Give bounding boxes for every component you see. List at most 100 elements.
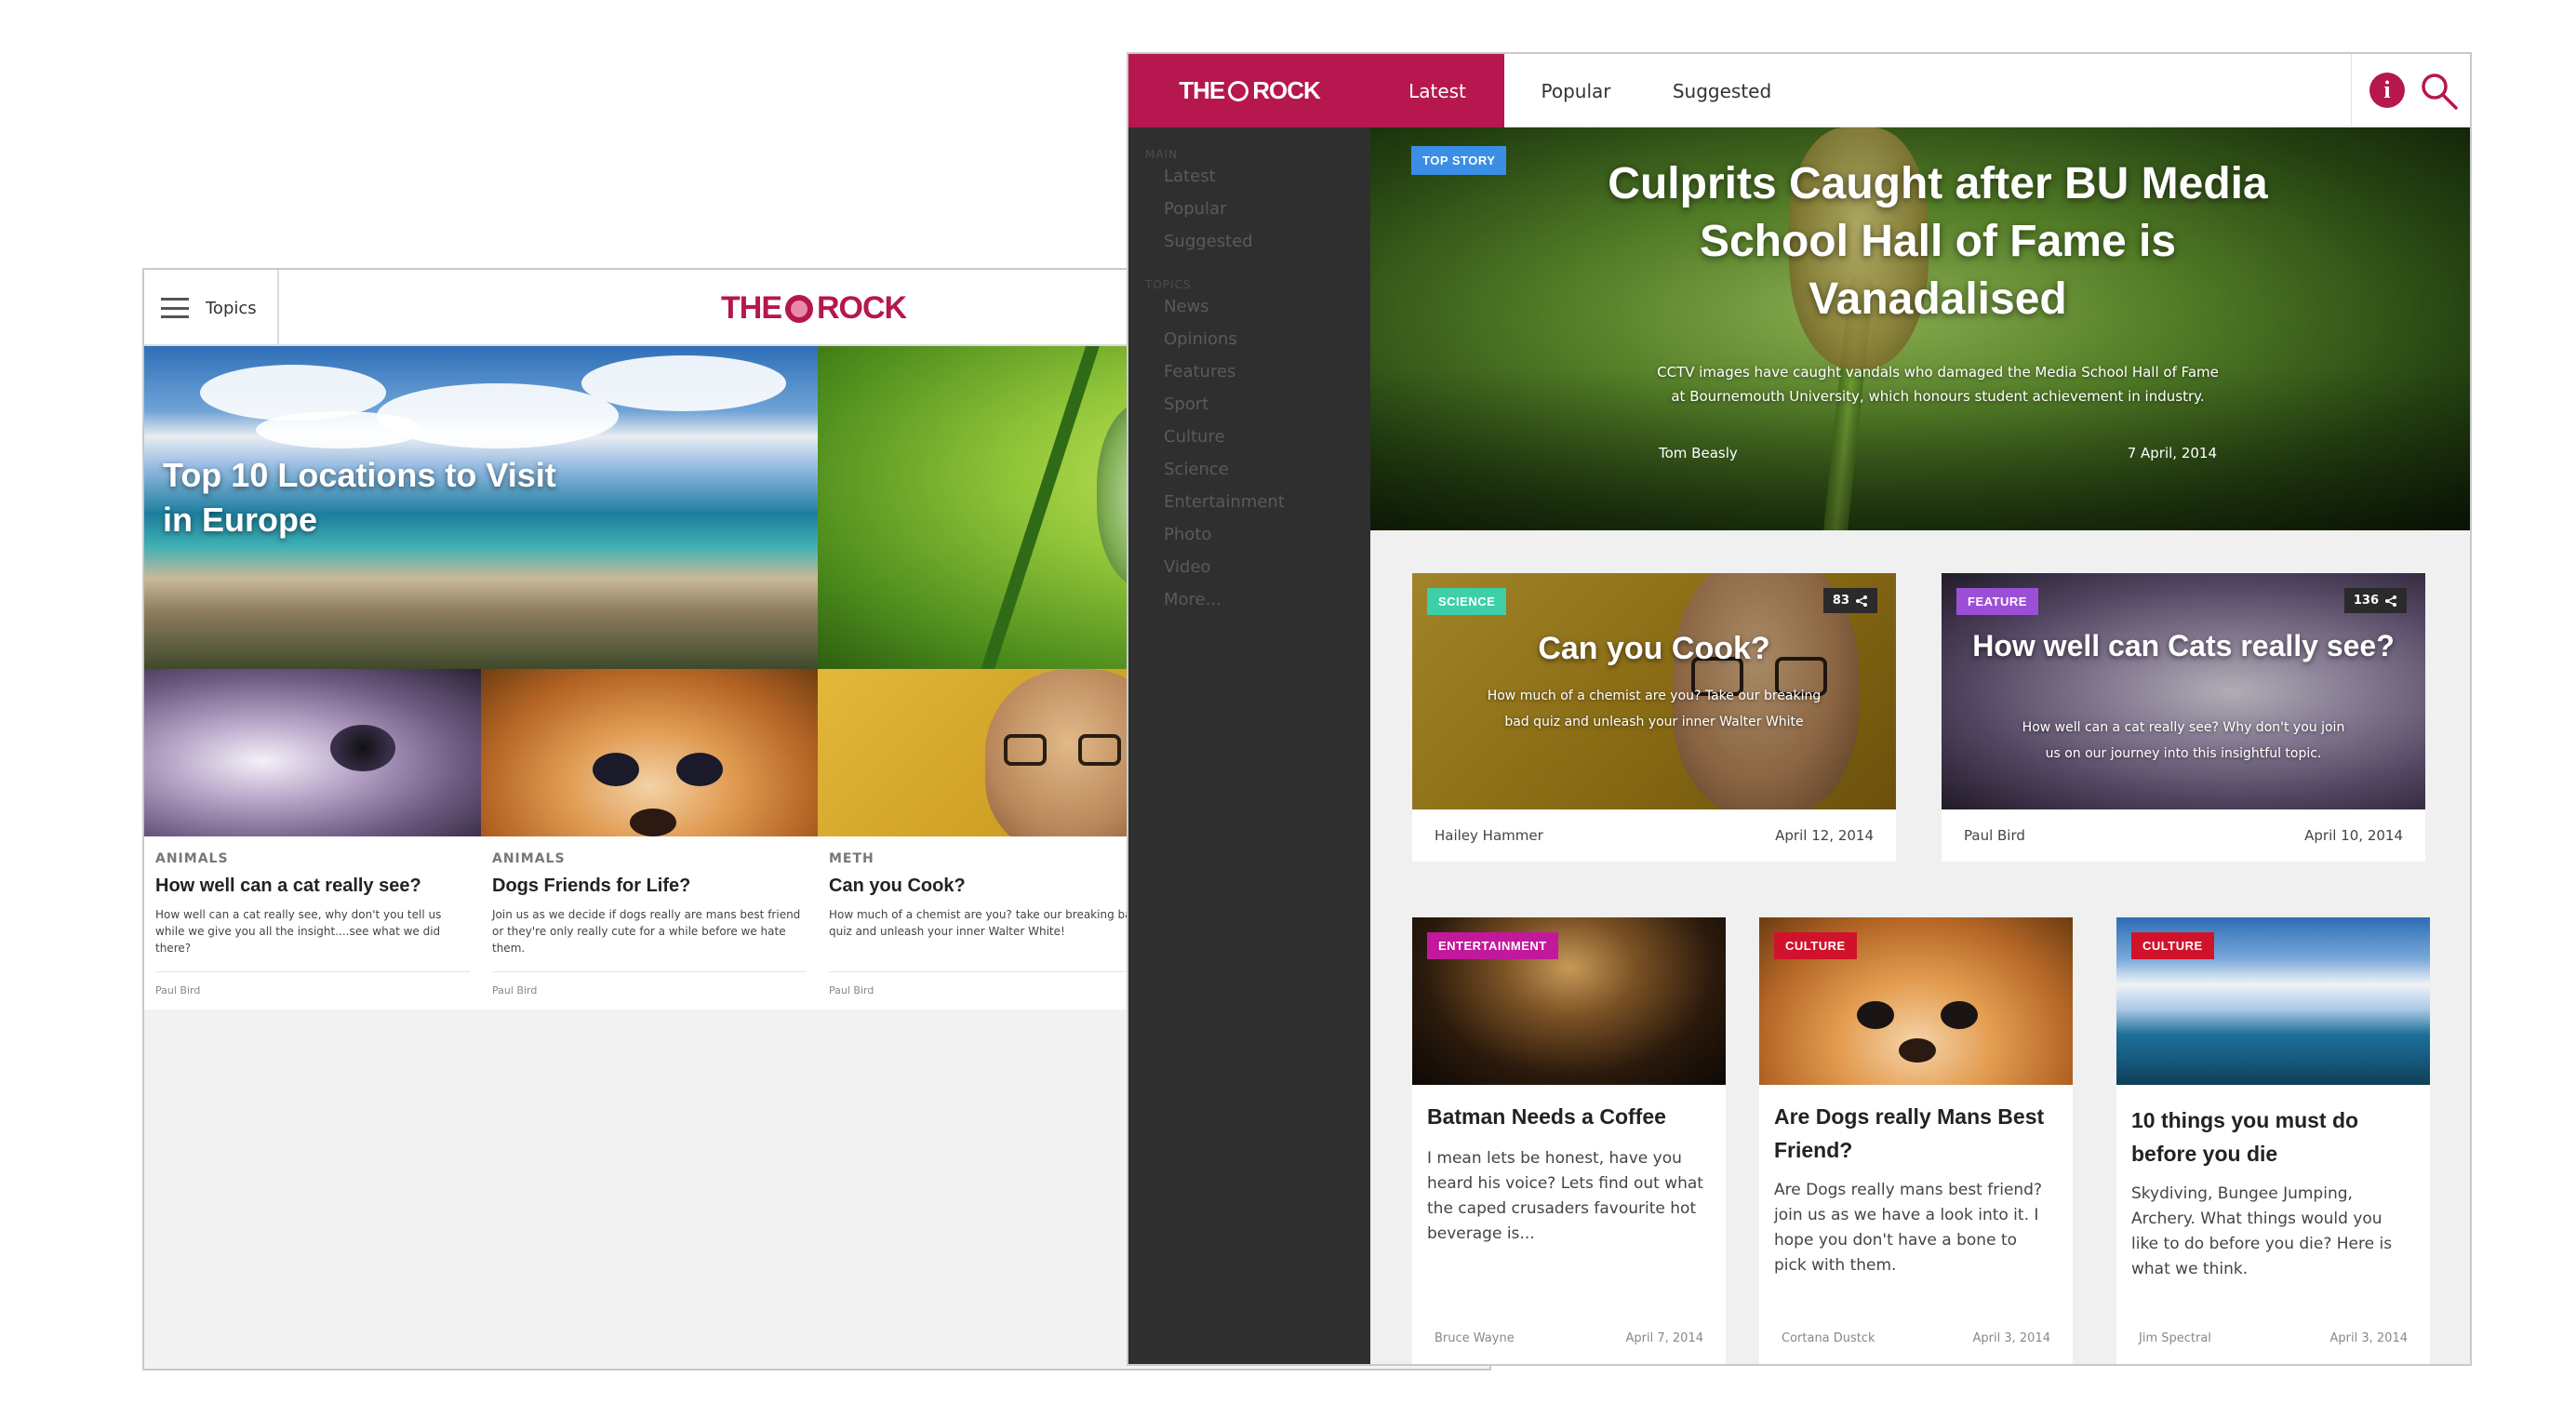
share-icon <box>1856 595 1867 607</box>
article-card-dogs[interactable]: CULTURE Are Dogs really Mans Best Friend… <box>1759 917 2073 1364</box>
article-description: Are Dogs really mans best friend? join u… <box>1774 1181 2042 1275</box>
hamburger-icon <box>161 298 189 318</box>
card-category-badge[interactable]: FEATURE <box>1956 588 2038 615</box>
hero-title[interactable]: Culprits Caught after BU Media School Ha… <box>1603 155 2273 328</box>
card-category-badge[interactable]: CULTURE <box>2131 932 2214 959</box>
tab-suggested[interactable]: Suggested <box>1648 54 1796 127</box>
article-title[interactable]: Batman Needs a Coffee <box>1427 1100 1711 1133</box>
card-divider <box>829 971 1143 972</box>
logo-ring-icon <box>1228 80 1249 101</box>
card-date: April 10, 2014 <box>2304 827 2403 844</box>
share-count[interactable]: 136 <box>2343 588 2407 613</box>
article-title[interactable]: 10 things you must do before you die <box>2131 1103 2415 1170</box>
card-author: Cortana Dustck <box>1782 1330 1875 1345</box>
tab-latest[interactable]: Latest <box>1370 54 1504 127</box>
sidebar-item-latest[interactable]: Latest <box>1164 167 1216 186</box>
logo-word-the: THE <box>1179 76 1225 104</box>
sidebar-item-entertainment[interactable]: Entertainment <box>1164 492 1285 512</box>
search-icon[interactable] <box>2419 71 2460 112</box>
featured-card-cats[interactable]: FEATURE 136 How well can Cats really see… <box>1942 573 2425 862</box>
sidebar-item-photo[interactable]: Photo <box>1164 525 1211 544</box>
hero-tile-beach[interactable]: Top 10 Locations to Visit in Europe <box>144 346 818 669</box>
hero-tile-title: Top 10 Locations to Visit in Europe <box>163 456 556 539</box>
top-story-badge: TOP STORY <box>1411 146 1507 175</box>
article-card-10-things[interactable]: CULTURE 10 things you must do before you… <box>2116 917 2430 1364</box>
card-description: Join us as we decide if dogs really are … <box>492 908 801 955</box>
hero-author: Tom Beasly <box>1659 445 1738 461</box>
info-icon[interactable]: i <box>2369 73 2405 108</box>
logo-word-the: THE <box>721 290 782 326</box>
featured-title[interactable]: How well can Cats really see? <box>1969 629 2397 662</box>
sidebar-item-popular[interactable]: Popular <box>1164 199 1227 219</box>
card-title[interactable]: Dogs Friends for Life? <box>492 876 807 897</box>
sidebar-item-sport[interactable]: Sport <box>1164 394 1208 414</box>
tablet-card-dog[interactable]: ANIMALS Dogs Friends for Life? Join us a… <box>481 836 818 1010</box>
card-meta: Jim Spectral April 3, 2014 <box>2116 1312 2430 1364</box>
featured-title[interactable]: Can you Cook? <box>1440 629 1868 668</box>
featured-description: How much of a chemist are you? Take our … <box>1487 689 1822 729</box>
card-author: Bruce Wayne <box>1435 1330 1515 1345</box>
sidebar-heading-topics: TOPICS <box>1145 278 1192 291</box>
card-category-badge[interactable]: ENTERTAINMENT <box>1427 932 1558 959</box>
topics-label: Topics <box>206 298 257 318</box>
card-meta: Bruce Wayne April 7, 2014 <box>1412 1312 1726 1364</box>
top-story-hero[interactable]: TOP STORY Culprits Caught after BU Media… <box>1370 127 2470 530</box>
share-count-value: 83 <box>1832 594 1849 608</box>
card-date: April 7, 2014 <box>1625 1330 1703 1345</box>
tab-popular[interactable]: Popular <box>1504 54 1648 127</box>
share-icon <box>2385 595 2396 607</box>
card-author: Paul Bird <box>829 984 874 996</box>
top-navbar: THE ROCK Latest Popular Suggested i <box>1128 54 2470 127</box>
tablet-card-cook[interactable]: METH Can you Cook? How much of a chemist… <box>818 836 1155 1010</box>
article-card-batman[interactable]: ENTERTAINMENT Batman Needs a Coffee I me… <box>1412 917 1726 1364</box>
article-description: I mean lets be honest, have you heard hi… <box>1427 1149 1703 1243</box>
card-title[interactable]: How well can a cat really see? <box>155 876 470 897</box>
navbar-divider <box>2351 54 2352 127</box>
desktop-logo: THE ROCK <box>1179 76 1321 105</box>
sidebar-item-video[interactable]: Video <box>1164 557 1210 577</box>
logo-word-rock: ROCK <box>817 290 907 326</box>
hero-date: 7 April, 2014 <box>2127 445 2217 461</box>
card-meta: Cortana Dustck April 3, 2014 <box>1759 1312 2073 1364</box>
card-category: ANIMALS <box>155 851 229 866</box>
sidebar-heading-main: MAIN <box>1145 148 1179 161</box>
featured-card-cook[interactable]: SCIENCE 83 Can you Cook? How much of a c… <box>1412 573 1896 862</box>
article-description: Skydiving, Bungee Jumping, Archery. What… <box>2131 1184 2393 1278</box>
card-category-badge[interactable]: CULTURE <box>1774 932 1857 959</box>
logo-box[interactable]: THE ROCK <box>1128 54 1370 127</box>
desktop-window: THE ROCK Latest Popular Suggested i MAIN… <box>1127 52 2472 1366</box>
sidebar-item-science[interactable]: Science <box>1164 460 1229 479</box>
card-author: Paul Bird <box>492 984 538 996</box>
topics-menu-button[interactable]: Topics <box>144 270 279 346</box>
sidebar: MAIN Latest Popular Suggested TOPICS New… <box>1128 127 1370 1364</box>
sidebar-item-features[interactable]: Features <box>1164 362 1235 381</box>
share-count-value: 136 <box>2353 594 2379 608</box>
logo-word-rock: ROCK <box>1252 76 1321 104</box>
card-date: April 3, 2014 <box>2329 1330 2408 1345</box>
card-date: April 12, 2014 <box>1775 827 1874 844</box>
card-description: How well can a cat really see, why don't… <box>155 908 442 955</box>
tile-cat-eye[interactable] <box>144 669 481 836</box>
tablet-card-cat[interactable]: ANIMALS How well can a cat really see? H… <box>144 836 481 1010</box>
sidebar-item-culture[interactable]: Culture <box>1164 427 1225 447</box>
card-description: How much of a chemist are you? take our … <box>829 908 1140 938</box>
card-category: METH <box>829 851 874 866</box>
hero-description: CCTV images have caught vandals who dama… <box>1657 364 2219 405</box>
article-title[interactable]: Are Dogs really Mans Best Friend? <box>1774 1100 2058 1167</box>
card-category-badge[interactable]: SCIENCE <box>1427 588 1507 615</box>
sidebar-item-news[interactable]: News <box>1164 297 1209 316</box>
card-author: Jim Spectral <box>2139 1330 2211 1345</box>
card-author: Hailey Hammer <box>1435 827 1543 844</box>
card-category: ANIMALS <box>492 851 566 866</box>
share-count[interactable]: 83 <box>1822 588 1877 613</box>
card-author: Paul Bird <box>1964 827 2025 844</box>
sidebar-item-suggested[interactable]: Suggested <box>1164 232 1253 251</box>
logo-ring-icon <box>785 294 813 323</box>
tablet-logo[interactable]: THE ROCK <box>721 290 907 327</box>
tile-dog[interactable] <box>481 669 818 836</box>
card-divider <box>492 971 807 972</box>
sidebar-item-more[interactable]: More... <box>1164 590 1221 609</box>
sidebar-item-opinions[interactable]: Opinions <box>1164 329 1237 349</box>
card-date: April 3, 2014 <box>1972 1330 2050 1345</box>
card-title[interactable]: Can you Cook? <box>829 876 1143 897</box>
